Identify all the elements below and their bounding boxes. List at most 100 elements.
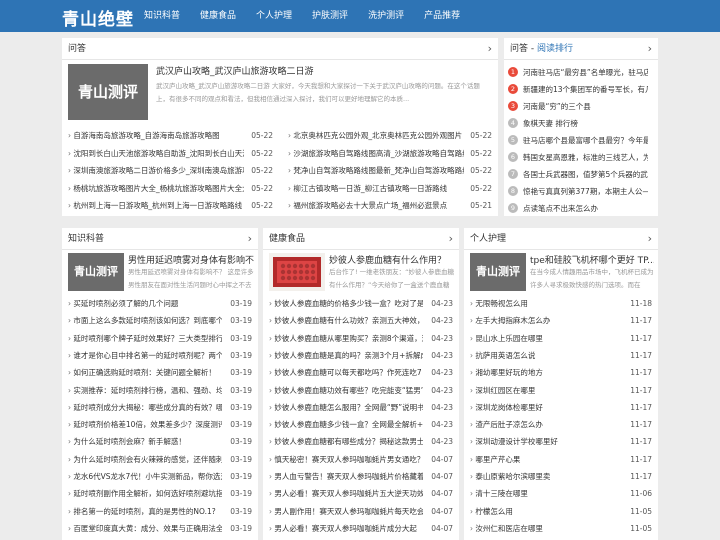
list-item[interactable]: 延时喷剂副作用全解析，如何选好喷剂避坑指南 03-19 — [68, 486, 252, 502]
chevron-right-icon[interactable]: › — [648, 228, 652, 250]
list-item-title[interactable]: 自游海南岛旅游攻略_自游海南岛旅游攻略图 — [68, 128, 244, 144]
list-item-title[interactable]: 妙彼人参鹿血糖是真的吗？亲测3个月+拆解成 — [269, 348, 423, 364]
list-item-title[interactable]: 沙湖旅游攻略自驾路线图高清_沙湖旅游攻略自驾路线 — [288, 146, 464, 162]
list-item-title[interactable]: 男人血亏警告！赛天双人参玛咖蚝片价格藏着怏 — [269, 469, 423, 485]
rank-item[interactable]: 9 点读笔点不出来怎么办 — [508, 200, 648, 217]
rank-item[interactable]: 1 河南驻马店“最穷县”名单曝光，驻马店... — [508, 64, 648, 81]
list-item[interactable]: 柳江古镇攻略一日游_柳江古镇攻略一日游路线 05-22 — [288, 181, 492, 197]
knowledge-feature-thumbnail[interactable]: 青山测评 — [68, 253, 124, 291]
list-item-title[interactable]: 梵净山自驾游攻略路线图最新_梵净山自驾游攻略路线图 — [288, 163, 464, 179]
list-item[interactable]: 男人必看！赛天双人参玛咖咖蚝片成分大起 04-07 — [269, 521, 453, 537]
list-item[interactable]: 买延时喷剂必须了解的几个问题 03-19 — [68, 296, 252, 312]
list-item-title[interactable]: 妙彼人参鹿血糖从哪里购买？亲测8个渠道，这3 — [269, 331, 423, 347]
list-item[interactable]: 泰山原紫哈尔滨哪里卖 11-17 — [470, 469, 652, 485]
qa-feature-title[interactable]: 武汉庐山攻略_武汉庐山旅游攻略二日游 — [156, 64, 492, 77]
list-item-title[interactable]: 百匿堂印度真大黄：成分、效果与正确用法全解析 — [68, 521, 222, 537]
list-item-title[interactable]: 买延时喷剂必须了解的几个问题 — [68, 296, 222, 312]
list-item[interactable]: 妙彼人参鹿血糖可以每天都吃吗？作死连吃7 04-23 — [269, 365, 453, 381]
rank-item-title[interactable]: 河南驻马店“最穷县”名单曝光，驻马店... — [523, 68, 648, 77]
list-item[interactable]: 妙彼人参鹿血糖多少钱一盒？全网最全解析+真实 04-23 — [269, 417, 453, 433]
site-logo[interactable]: 青山绝壁 — [62, 5, 134, 30]
list-item-title[interactable]: 妙彼人参鹿血糖多少钱一盒？全网最全解析+真实 — [269, 417, 423, 433]
list-item-title[interactable]: 深圳龙岗体检哪里好 — [470, 400, 624, 416]
list-item-title[interactable]: 柳江古镇攻略一日游_柳江古镇攻略一日游路线 — [288, 181, 464, 197]
list-item-title[interactable]: 男人副作用！赛天双人参玛咖咖蚝片每天吃会 — [269, 504, 423, 520]
list-item[interactable]: 百匿堂印度真大黄：成分、效果与正确用法全解析 03-19 — [68, 521, 252, 537]
rank-item[interactable]: 7 各国士兵武器图，值梦第5个兵器的武... — [508, 166, 648, 183]
nav-item-wash-review[interactable]: 洗护测评 — [358, 0, 414, 32]
list-item[interactable]: 妙彼人参鹿血糖是真的吗？亲测3个月+拆解成 04-23 — [269, 348, 453, 364]
rank-item-title[interactable]: 各国士兵武器图，值梦第5个兵器的武... — [523, 170, 648, 179]
list-item[interactable]: 昆山水上乐园在哪里 11-17 — [470, 331, 652, 347]
list-item[interactable]: 深圳动漫设计学校哪里好 11-17 — [470, 434, 652, 450]
chevron-right-icon[interactable]: › — [648, 38, 652, 60]
health-food-feature-thumbnail[interactable] — [269, 253, 325, 291]
list-item[interactable]: 男人血亏警告！赛天双人参玛咖蚝片价格藏着怏 04-07 — [269, 469, 453, 485]
list-item[interactable]: 杨桃坑旅游攻略图片大全_杨桃坑旅游攻略图片大全大图 05-22 — [68, 181, 273, 197]
list-item-title[interactable]: 慎天秘密！赛天双人参玛咖咖蚝片男女通吃？猛男 — [269, 452, 423, 468]
nav-item-product-recommend[interactable]: 产品推荐 — [414, 0, 470, 32]
nav-item-personal-care[interactable]: 个人护理 — [246, 0, 302, 32]
rank-item-title[interactable]: 点读笔点不出来怎么办 — [523, 204, 598, 213]
list-item-title[interactable]: 谁才是你心目中排名第一的延时喷剂呢？两个极 — [68, 348, 222, 364]
rank-item-title[interactable]: 韩国女星高恩雅，标准的三线艺人，为... — [523, 153, 648, 162]
list-item-title[interactable]: 汝州仁和医店在哪里 — [470, 521, 624, 537]
knowledge-feature-title[interactable]: 男性用延迟喷雾对身体有影响不 — [128, 253, 254, 266]
rank-item[interactable]: 5 驻马店哪个县最富哪个县最穷？今年最... — [508, 132, 648, 149]
list-item-title[interactable]: 延时喷剂价格差10倍，效果差多少？深度测评告 — [68, 417, 222, 433]
list-item[interactable]: 深圳红园区在哪里 11-17 — [470, 383, 652, 399]
list-item[interactable]: 渣产后肚子凉怎么办 11-17 — [470, 417, 652, 433]
list-item[interactable]: 湘幼哪里好玩的地方 11-17 — [470, 365, 652, 381]
list-item[interactable]: 男人副作用！赛天双人参玛咖咖蚝片每天吃会 04-07 — [269, 504, 453, 520]
list-item[interactable]: 自游海南岛旅游攻略_自游海南岛旅游攻略图 05-22 — [68, 128, 273, 144]
nav-item-knowledge[interactable]: 知识科普 — [134, 0, 190, 32]
list-item-title[interactable]: 杭州到上海一日游攻略_杭州到上海一日游攻略路线 — [68, 198, 244, 214]
list-item-title[interactable]: 延时喷剂哪个牌子延时效果好？三大类型排行榜 — [68, 331, 222, 347]
list-item[interactable]: 为什么延时喷剂会有火辣辣的感觉，还伴随刺痛？ 03-19 — [68, 452, 252, 468]
list-item[interactable]: 哪里产芹心果 11-17 — [470, 452, 652, 468]
list-item-title[interactable]: 实测推荐：延时喷剂排行榜，温和、强劲、均衡全 — [68, 383, 222, 399]
list-item[interactable]: 慎天秘密！赛天双人参玛咖咖蚝片男女通吃？猛男 04-07 — [269, 452, 453, 468]
list-item-title[interactable]: 泰山原紫哈尔滨哪里卖 — [470, 469, 624, 485]
list-item[interactable]: 沈阳到长白山天池旅游攻略自助游_沈阳到长白山天池 05-22 — [68, 146, 273, 162]
list-item[interactable]: 杭州到上海一日游攻略_杭州到上海一日游攻略路线 05-22 — [68, 198, 273, 214]
list-item[interactable]: 抗萨用英语怎么说 11-17 — [470, 348, 652, 364]
list-item[interactable]: 谁才是你心目中排名第一的延时喷剂呢？两个极 03-19 — [68, 348, 252, 364]
list-item[interactable]: 北京奥林匹克公园外观_北京奥林匹克公园外观图片 05-22 — [288, 128, 492, 144]
list-item[interactable]: 左手大拇指麻木怎么办 11-17 — [470, 313, 652, 329]
rank-item[interactable]: 3 河南最“穷”的三个县 — [508, 98, 648, 115]
list-item-title[interactable]: 为什么延时喷剂会有火辣辣的感觉，还伴随刺痛？ — [68, 452, 222, 468]
list-item[interactable]: 深圳南澳旅游攻略二日游价格多少_深圳南澳岛旅游攻 05-22 — [68, 163, 273, 179]
list-item-title[interactable]: 龙水6代VS龙水7代！小牛实测新品，帮你选对延 — [68, 469, 222, 485]
nav-item-skincare-review[interactable]: 护肤测评 — [302, 0, 358, 32]
list-item-title[interactable]: 柠檬怎么用 — [470, 504, 624, 520]
list-item-title[interactable]: 如何正确选购延时喷剂：关键问题全解析！ — [68, 365, 222, 381]
rank-item-title[interactable]: 新疆建的13个集团军的番号军长，有几... — [523, 85, 648, 94]
list-item-title[interactable]: 市面上这么多款延时喷剂该如何选？到底哪个喷剂 — [68, 313, 222, 329]
list-item[interactable]: 龙水6代VS龙水7代！小牛实测新品，帮你选对延 03-19 — [68, 469, 252, 485]
list-item-title[interactable]: 抗萨用英语怎么说 — [470, 348, 624, 364]
list-item[interactable]: 男人必看！赛天双人参玛咖蚝片五大逆天功效曝 04-07 — [269, 486, 453, 502]
list-item-title[interactable]: 妙彼人参鹿血糖可以每天都吃吗？作死连吃7 — [269, 365, 423, 381]
rank-item[interactable]: 6 韩国女星高恩雅，标准的三线艺人，为... — [508, 149, 648, 166]
list-item-title[interactable]: 深圳动漫设计学校哪里好 — [470, 434, 624, 450]
list-item[interactable]: 妙彼人参鹿血糖有什么功效？亲测五大神效，老司 04-23 — [269, 313, 453, 329]
list-item[interactable]: 如何正确选购延时喷剂：关键问题全解析！ 03-19 — [68, 365, 252, 381]
chevron-right-icon[interactable]: › — [488, 38, 492, 60]
list-item-title[interactable]: 福州旅游攻略必去十大景点广场_福州必逛景点 — [288, 198, 464, 214]
list-item[interactable]: 排名第一的延时喷剂，真的是男性的NO.1? 03-19 — [68, 504, 252, 520]
list-item-title[interactable]: 男人必看！赛天双人参玛咖蚝片五大逆天功效曝 — [269, 486, 423, 502]
list-item-title[interactable]: 妙彼人参鹿血糖怎么服用？全网最“野”说明书来 — [269, 400, 423, 416]
list-item-title[interactable]: 妙彼人参鹿血糖都有哪些成分？揭秘这款男士保健 — [269, 434, 423, 450]
personal-care-feature-thumbnail[interactable]: 青山测评 — [470, 253, 526, 291]
list-item-title[interactable]: 清十三陵在哪里 — [470, 486, 624, 502]
rank-item-title[interactable]: 驻马店哪个县最富哪个县最穷？今年最... — [523, 136, 648, 145]
list-item-title[interactable]: 北京奥林匹克公园外观_北京奥林匹克公园外观图片 — [288, 128, 464, 144]
list-item-title[interactable]: 湘幼哪里好玩的地方 — [470, 365, 624, 381]
list-item[interactable]: 市面上这么多款延时喷剂该如何选？到底哪个喷剂 03-19 — [68, 313, 252, 329]
list-item[interactable]: 清十三陵在哪里 11-06 — [470, 486, 652, 502]
health-food-feature-title[interactable]: 妙彼人参鹿血糖有什么作用？ — [329, 253, 455, 266]
rank-item[interactable]: 2 新疆建的13个集团军的番号军长，有几... — [508, 81, 648, 98]
list-item-title[interactable]: 无限畅视怎么用 — [470, 296, 624, 312]
list-item-title[interactable]: 妙彼人参鹿血糖有什么功效？亲测五大神效，老司 — [269, 313, 423, 329]
